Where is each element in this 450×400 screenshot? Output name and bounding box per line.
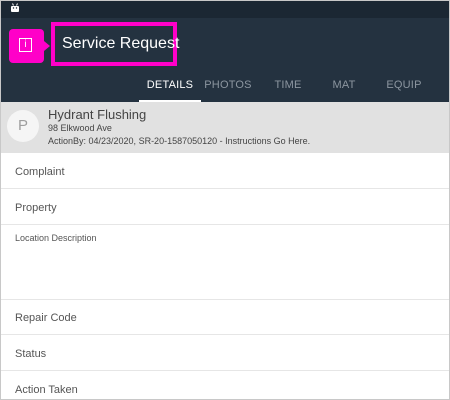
- property-field[interactable]: Property: [1, 189, 449, 225]
- page-title: Service Request: [62, 35, 180, 52]
- location-description-field[interactable]: Location Description: [1, 225, 449, 300]
- status-label: Status: [15, 348, 47, 360]
- tab-bar: DETAILS PHOTOS TIME MAT EQUIP: [1, 75, 449, 102]
- tab-label: DETAILS: [146, 79, 194, 91]
- status-field[interactable]: Status: [1, 335, 449, 371]
- info-button[interactable]: i: [9, 29, 50, 63]
- tab-label: PHOTOS: [204, 79, 252, 91]
- action-taken-field[interactable]: Action Taken: [1, 371, 449, 399]
- tab-equip[interactable]: EQUIP: [377, 75, 431, 102]
- request-address: 98 Elkwood Ave: [48, 123, 112, 133]
- tab-label: MAT: [332, 79, 356, 91]
- complaint-label: Complaint: [15, 166, 65, 178]
- status-bar: [1, 1, 449, 18]
- title-highlight: Service Request: [51, 22, 180, 66]
- info-icon: i: [19, 38, 32, 52]
- tab-time[interactable]: TIME: [263, 75, 313, 102]
- app-bar: i Service Request DETAILS PHOTOS TIME MA…: [1, 18, 449, 102]
- property-label: Property: [15, 202, 57, 214]
- tab-label: TIME: [274, 79, 302, 91]
- request-summary-card: P Hydrant Flushing 98 Elkwood Ave Action…: [1, 102, 449, 153]
- tab-details[interactable]: DETAILS: [139, 75, 201, 102]
- repair-code-field[interactable]: Repair Code: [1, 300, 449, 335]
- android-icon: [11, 3, 19, 12]
- request-action-line: ActionBy: 04/23/2020, SR-20-1587050120 -…: [48, 136, 311, 146]
- location-description-label: Location Description: [15, 233, 97, 243]
- tab-photos[interactable]: PHOTOS: [199, 75, 257, 102]
- tab-label: EQUIP: [386, 79, 422, 91]
- tab-mat[interactable]: MAT: [321, 75, 367, 102]
- avatar: P: [7, 110, 39, 142]
- repair-code-label: Repair Code: [15, 312, 77, 324]
- request-title: Hydrant Flushing: [48, 107, 147, 122]
- action-taken-label: Action Taken: [15, 384, 78, 396]
- app-window: i Service Request DETAILS PHOTOS TIME MA…: [0, 0, 450, 400]
- complaint-field[interactable]: Complaint: [1, 153, 449, 189]
